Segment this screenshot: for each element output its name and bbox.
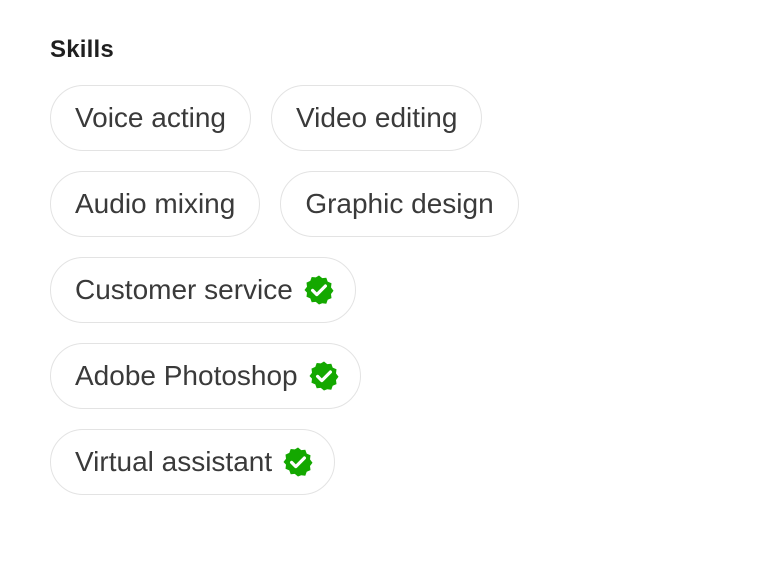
skills-row: Adobe Photoshop	[50, 343, 770, 409]
skill-chip-label: Customer service	[75, 274, 293, 305]
skill-chip-label: Adobe Photoshop	[75, 360, 298, 391]
skill-chip-virtual-assistant[interactable]: Virtual assistant	[50, 429, 336, 495]
skills-row: Voice acting Video editing	[50, 85, 770, 151]
skills-row: Audio mixing Graphic design	[50, 171, 770, 237]
skill-chip-label: Audio mixing	[75, 188, 236, 219]
skills-row: Customer service	[50, 257, 770, 323]
verified-badge-icon	[303, 274, 335, 306]
skill-chip-label: Voice acting	[75, 102, 226, 133]
skill-chip-label: Video editing	[296, 102, 458, 133]
skills-list: Voice acting Video editing Audio mixing …	[50, 85, 770, 495]
skill-chip-label: Virtual assistant	[75, 446, 273, 477]
skill-chip-graphic-design[interactable]: Graphic design	[280, 171, 519, 237]
verified-badge-icon	[282, 446, 314, 478]
skill-chip-customer-service[interactable]: Customer service	[50, 257, 356, 323]
skill-chip-adobe-photoshop[interactable]: Adobe Photoshop	[50, 343, 361, 409]
skill-chip-voice-acting[interactable]: Voice acting	[50, 85, 251, 151]
skill-chip-audio-mixing[interactable]: Audio mixing	[50, 171, 261, 237]
skill-chip-label: Graphic design	[305, 188, 494, 219]
verified-badge-icon	[308, 360, 340, 392]
skills-panel: Skills Voice acting Video editing Audio …	[0, 0, 770, 571]
skill-chip-video-editing[interactable]: Video editing	[271, 85, 483, 151]
skills-heading: Skills	[50, 36, 114, 63]
skills-row: Virtual assistant	[50, 429, 770, 495]
